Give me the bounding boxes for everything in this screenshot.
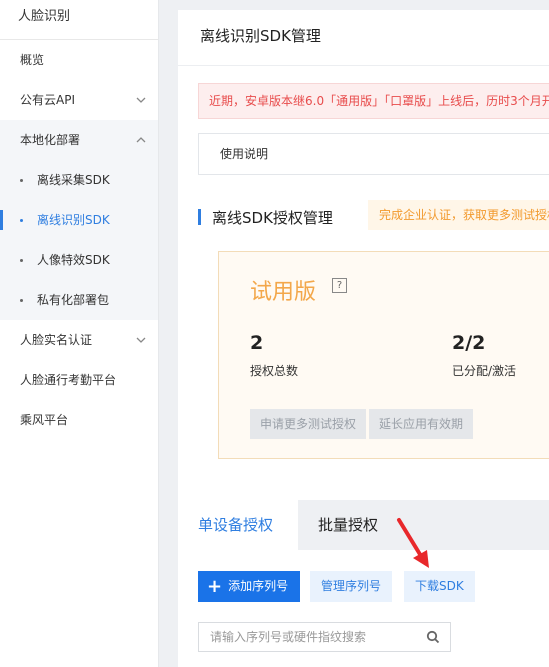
tabs: 单设备授权 批量授权 <box>178 500 549 550</box>
sidebar-item-label: 人脸通行考勤平台 <box>20 373 117 387</box>
sidebar-item-private-deploy-package[interactable]: 私有化部署包 <box>0 280 158 320</box>
assigned-label: 已分配/激活 <box>452 364 517 378</box>
sidebar-item-label: 离线采集SDK <box>37 173 110 187</box>
sidebar: 人脸识别 概览 公有云API 本地化部署 离线采集SDK 离线识别SDK 人像特… <box>0 0 159 667</box>
assigned-value: 2/2 <box>452 332 486 354</box>
bullet-icon <box>20 179 23 182</box>
search-placeholder: 请输入序列号或硬件指纹搜索 <box>210 630 367 644</box>
sidebar-item-local-deploy[interactable]: 本地化部署 <box>0 120 158 160</box>
tab-single-device-auth[interactable]: 单设备授权 <box>178 500 298 550</box>
usage-guide-label: 使用说明 <box>220 147 269 161</box>
sidebar-item-label: 乘风平台 <box>20 413 69 427</box>
help-icon[interactable]: ? <box>332 278 347 293</box>
sidebar-item-label: 人脸实名认证 <box>20 333 93 347</box>
page-title: 离线识别SDK管理 <box>178 10 549 66</box>
trial-title: 试用版 <box>250 280 317 305</box>
bullet-icon <box>20 299 23 302</box>
sidebar-item-chengfeng-platform[interactable]: 乘风平台 <box>0 400 158 440</box>
sidebar-item-portrait-effect-sdk[interactable]: 人像特效SDK <box>0 240 158 280</box>
main-panel: 离线识别SDK管理 近期，安卓版本继6.0「通用版」「口罩版」上线后，历时3个月… <box>178 10 549 667</box>
usage-guide-panel[interactable]: 使用说明 <box>198 133 549 175</box>
sidebar-item-label: 概览 <box>20 53 45 67</box>
sidebar-item-label: 私有化部署包 <box>37 293 110 307</box>
sidebar-item-attendance-platform[interactable]: 人脸通行考勤平台 <box>0 360 158 400</box>
sidebar-item-face-realname-auth[interactable]: 人脸实名认证 <box>0 320 158 360</box>
sidebar-item-label: 本地化部署 <box>20 133 81 147</box>
annotation-arrow-icon <box>397 518 429 568</box>
manage-serial-button[interactable]: 管理序列号 <box>310 571 393 602</box>
sidebar-title: 人脸识别 <box>0 0 158 40</box>
sidebar-group-local-deploy: 本地化部署 离线采集SDK 离线识别SDK 人像特效SDK 私有化部署包 <box>0 120 158 320</box>
download-sdk-button[interactable]: 下载SDK <box>404 571 475 602</box>
plus-icon: + <box>207 576 223 597</box>
chevron-down-icon <box>136 80 146 120</box>
extend-validity-button[interactable]: 延长应用有效期 <box>369 409 474 439</box>
sidebar-item-offline-capture-sdk[interactable]: 离线采集SDK <box>0 160 158 200</box>
section-title-text: 离线SDK授权管理 <box>212 208 333 227</box>
bullet-icon <box>20 259 23 262</box>
enterprise-auth-tip[interactable]: 完成企业认证，获取更多测试授权 <box>368 200 549 230</box>
add-serial-label: 添加序列号 <box>228 579 289 593</box>
chevron-down-icon <box>136 320 146 360</box>
sidebar-item-overview[interactable]: 概览 <box>0 40 158 80</box>
search-icon[interactable] <box>426 630 440 644</box>
trial-card: 试用版 ? 2 授权总数 2/2 已分配/激活 申请更多测试授权 延长应用有效期 <box>218 251 549 459</box>
search-input[interactable]: 请输入序列号或硬件指纹搜索 <box>198 622 451 652</box>
auth-total-label: 授权总数 <box>250 364 299 378</box>
sidebar-item-label: 离线识别SDK <box>37 213 110 227</box>
tab-batch-auth[interactable]: 批量授权 <box>298 500 398 550</box>
sidebar-item-offline-recognition-sdk[interactable]: 离线识别SDK <box>0 200 158 240</box>
apply-more-test-auth-button[interactable]: 申请更多测试授权 <box>250 409 367 439</box>
notice-banner[interactable]: 近期，安卓版本继6.0「通用版」「口罩版」上线后，历时3个月开 <box>198 83 549 119</box>
add-serial-button[interactable]: + 添加序列号 <box>198 571 301 602</box>
bullet-icon <box>20 219 23 222</box>
section-accent-bar <box>198 209 201 225</box>
sidebar-item-label: 人像特效SDK <box>37 253 110 267</box>
chevron-up-icon <box>136 120 146 160</box>
section-title: 离线SDK授权管理 <box>198 202 333 232</box>
sidebar-item-label: 公有云API <box>20 93 75 107</box>
auth-total-value: 2 <box>250 332 264 354</box>
sidebar-item-public-cloud-api[interactable]: 公有云API <box>0 80 158 120</box>
